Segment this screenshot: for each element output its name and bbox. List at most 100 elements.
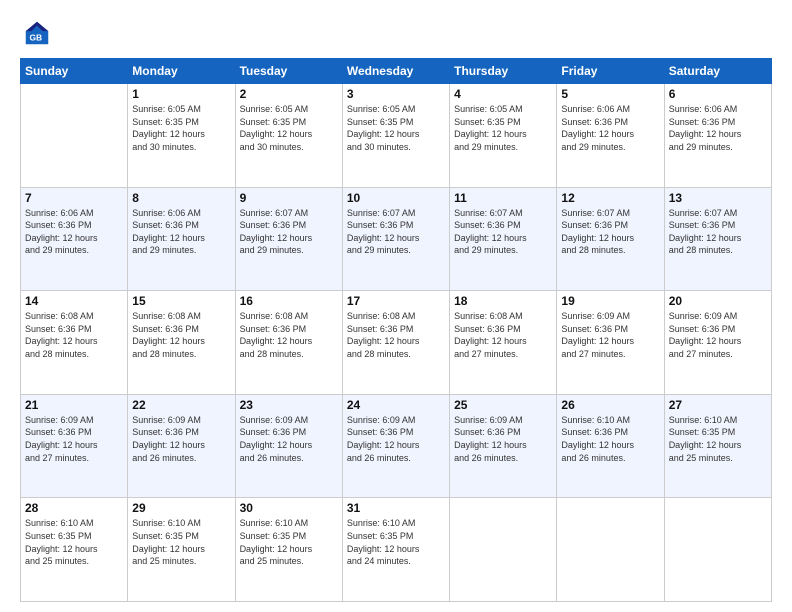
day-number: 27 bbox=[669, 398, 767, 412]
sunrise-label: Sunrise: 6:08 AM bbox=[132, 311, 201, 321]
day-info: Sunrise: 6:05 AM Sunset: 6:35 PM Dayligh… bbox=[454, 103, 552, 153]
sunrise-label: Sunrise: 6:05 AM bbox=[132, 104, 201, 114]
daylight-minutes: and 28 minutes. bbox=[347, 349, 411, 359]
calendar-cell: 26 Sunrise: 6:10 AM Sunset: 6:36 PM Dayl… bbox=[557, 394, 664, 498]
daylight-minutes: and 27 minutes. bbox=[561, 349, 625, 359]
sunset-label: Sunset: 6:35 PM bbox=[454, 117, 521, 127]
sunset-label: Sunset: 6:35 PM bbox=[132, 531, 199, 541]
calendar-header-row: SundayMondayTuesdayWednesdayThursdayFrid… bbox=[21, 59, 772, 84]
sunrise-label: Sunrise: 6:09 AM bbox=[454, 415, 523, 425]
daylight-minutes: and 29 minutes. bbox=[240, 245, 304, 255]
day-number: 11 bbox=[454, 191, 552, 205]
day-info: Sunrise: 6:09 AM Sunset: 6:36 PM Dayligh… bbox=[240, 414, 338, 464]
calendar-cell bbox=[664, 498, 771, 602]
daylight-label: Daylight: 12 hours bbox=[669, 336, 742, 346]
daylight-label: Daylight: 12 hours bbox=[669, 440, 742, 450]
sunrise-label: Sunrise: 6:10 AM bbox=[240, 518, 309, 528]
daylight-minutes: and 29 minutes. bbox=[669, 142, 733, 152]
day-info: Sunrise: 6:05 AM Sunset: 6:35 PM Dayligh… bbox=[347, 103, 445, 153]
sunset-label: Sunset: 6:36 PM bbox=[240, 324, 307, 334]
calendar-week-4: 28 Sunrise: 6:10 AM Sunset: 6:35 PM Dayl… bbox=[21, 498, 772, 602]
daylight-minutes: and 28 minutes. bbox=[132, 349, 196, 359]
sunrise-label: Sunrise: 6:06 AM bbox=[132, 208, 201, 218]
day-info: Sunrise: 6:07 AM Sunset: 6:36 PM Dayligh… bbox=[240, 207, 338, 257]
day-info: Sunrise: 6:06 AM Sunset: 6:36 PM Dayligh… bbox=[132, 207, 230, 257]
daylight-label: Daylight: 12 hours bbox=[240, 336, 313, 346]
day-number: 10 bbox=[347, 191, 445, 205]
sunrise-label: Sunrise: 6:08 AM bbox=[347, 311, 416, 321]
day-number: 28 bbox=[25, 501, 123, 515]
day-info: Sunrise: 6:10 AM Sunset: 6:35 PM Dayligh… bbox=[347, 517, 445, 567]
sunrise-label: Sunrise: 6:10 AM bbox=[561, 415, 630, 425]
day-number: 5 bbox=[561, 87, 659, 101]
day-info: Sunrise: 6:10 AM Sunset: 6:35 PM Dayligh… bbox=[669, 414, 767, 464]
daylight-label: Daylight: 12 hours bbox=[347, 336, 420, 346]
calendar-cell: 23 Sunrise: 6:09 AM Sunset: 6:36 PM Dayl… bbox=[235, 394, 342, 498]
sunrise-label: Sunrise: 6:08 AM bbox=[240, 311, 309, 321]
daylight-minutes: and 29 minutes. bbox=[347, 245, 411, 255]
day-info: Sunrise: 6:08 AM Sunset: 6:36 PM Dayligh… bbox=[25, 310, 123, 360]
day-info: Sunrise: 6:09 AM Sunset: 6:36 PM Dayligh… bbox=[132, 414, 230, 464]
calendar-cell bbox=[450, 498, 557, 602]
calendar-cell: 4 Sunrise: 6:05 AM Sunset: 6:35 PM Dayli… bbox=[450, 84, 557, 188]
daylight-minutes: and 27 minutes. bbox=[454, 349, 518, 359]
sunset-label: Sunset: 6:36 PM bbox=[454, 427, 521, 437]
sunset-label: Sunset: 6:36 PM bbox=[240, 427, 307, 437]
calendar-cell: 21 Sunrise: 6:09 AM Sunset: 6:36 PM Dayl… bbox=[21, 394, 128, 498]
daylight-label: Daylight: 12 hours bbox=[669, 233, 742, 243]
daylight-minutes: and 26 minutes. bbox=[347, 453, 411, 463]
sunset-label: Sunset: 6:36 PM bbox=[347, 220, 414, 230]
sunrise-label: Sunrise: 6:09 AM bbox=[132, 415, 201, 425]
page: GB SundayMondayTuesdayWednesdayThursdayF… bbox=[0, 0, 792, 612]
day-number: 19 bbox=[561, 294, 659, 308]
daylight-label: Daylight: 12 hours bbox=[240, 440, 313, 450]
day-info: Sunrise: 6:05 AM Sunset: 6:35 PM Dayligh… bbox=[240, 103, 338, 153]
day-number: 9 bbox=[240, 191, 338, 205]
calendar-week-3: 21 Sunrise: 6:09 AM Sunset: 6:36 PM Dayl… bbox=[21, 394, 772, 498]
day-info: Sunrise: 6:09 AM Sunset: 6:36 PM Dayligh… bbox=[561, 310, 659, 360]
col-header-sunday: Sunday bbox=[21, 59, 128, 84]
daylight-label: Daylight: 12 hours bbox=[347, 544, 420, 554]
daylight-label: Daylight: 12 hours bbox=[561, 129, 634, 139]
daylight-minutes: and 29 minutes. bbox=[454, 245, 518, 255]
day-info: Sunrise: 6:06 AM Sunset: 6:36 PM Dayligh… bbox=[25, 207, 123, 257]
daylight-minutes: and 29 minutes. bbox=[454, 142, 518, 152]
col-header-wednesday: Wednesday bbox=[342, 59, 449, 84]
daylight-label: Daylight: 12 hours bbox=[132, 129, 205, 139]
calendar-cell: 30 Sunrise: 6:10 AM Sunset: 6:35 PM Dayl… bbox=[235, 498, 342, 602]
day-info: Sunrise: 6:05 AM Sunset: 6:35 PM Dayligh… bbox=[132, 103, 230, 153]
daylight-label: Daylight: 12 hours bbox=[25, 233, 98, 243]
sunset-label: Sunset: 6:36 PM bbox=[561, 220, 628, 230]
day-number: 3 bbox=[347, 87, 445, 101]
calendar-cell: 18 Sunrise: 6:08 AM Sunset: 6:36 PM Dayl… bbox=[450, 291, 557, 395]
day-number: 15 bbox=[132, 294, 230, 308]
sunset-label: Sunset: 6:36 PM bbox=[669, 220, 736, 230]
day-info: Sunrise: 6:10 AM Sunset: 6:35 PM Dayligh… bbox=[240, 517, 338, 567]
daylight-minutes: and 26 minutes. bbox=[454, 453, 518, 463]
calendar-cell: 13 Sunrise: 6:07 AM Sunset: 6:36 PM Dayl… bbox=[664, 187, 771, 291]
sunset-label: Sunset: 6:36 PM bbox=[561, 324, 628, 334]
daylight-label: Daylight: 12 hours bbox=[240, 544, 313, 554]
daylight-minutes: and 29 minutes. bbox=[561, 142, 625, 152]
daylight-minutes: and 28 minutes. bbox=[561, 245, 625, 255]
daylight-minutes: and 29 minutes. bbox=[132, 245, 196, 255]
calendar-cell: 9 Sunrise: 6:07 AM Sunset: 6:36 PM Dayli… bbox=[235, 187, 342, 291]
day-number: 2 bbox=[240, 87, 338, 101]
day-number: 1 bbox=[132, 87, 230, 101]
sunrise-label: Sunrise: 6:08 AM bbox=[25, 311, 94, 321]
day-info: Sunrise: 6:09 AM Sunset: 6:36 PM Dayligh… bbox=[25, 414, 123, 464]
sunset-label: Sunset: 6:36 PM bbox=[669, 117, 736, 127]
sunset-label: Sunset: 6:35 PM bbox=[240, 117, 307, 127]
sunrise-label: Sunrise: 6:09 AM bbox=[669, 311, 738, 321]
sunrise-label: Sunrise: 6:07 AM bbox=[561, 208, 630, 218]
daylight-minutes: and 30 minutes. bbox=[347, 142, 411, 152]
sunset-label: Sunset: 6:36 PM bbox=[25, 324, 92, 334]
sunrise-label: Sunrise: 6:07 AM bbox=[240, 208, 309, 218]
sunrise-label: Sunrise: 6:06 AM bbox=[25, 208, 94, 218]
sunset-label: Sunset: 6:35 PM bbox=[347, 531, 414, 541]
col-header-thursday: Thursday bbox=[450, 59, 557, 84]
sunrise-label: Sunrise: 6:09 AM bbox=[240, 415, 309, 425]
day-info: Sunrise: 6:08 AM Sunset: 6:36 PM Dayligh… bbox=[132, 310, 230, 360]
day-info: Sunrise: 6:07 AM Sunset: 6:36 PM Dayligh… bbox=[669, 207, 767, 257]
day-number: 16 bbox=[240, 294, 338, 308]
